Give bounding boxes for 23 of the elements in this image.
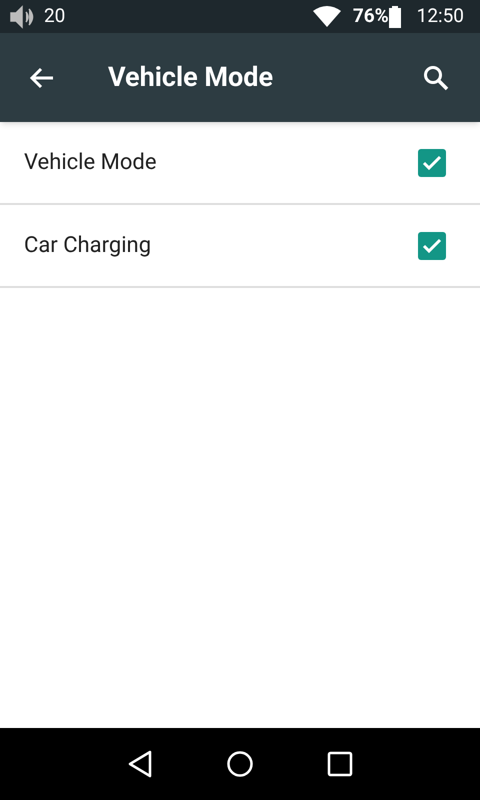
clock: 12:50 bbox=[416, 3, 464, 30]
search-icon bbox=[423, 64, 449, 90]
settings-row[interactable]: Vehicle Mode bbox=[0, 122, 480, 205]
setting-label: Car Charging bbox=[24, 232, 152, 260]
volume-level: 20 bbox=[44, 3, 66, 30]
settings-row[interactable]: Car Charging bbox=[0, 205, 480, 288]
wifi-icon bbox=[312, 6, 341, 28]
back-nav-button[interactable] bbox=[126, 750, 153, 778]
battery-icon bbox=[388, 6, 401, 28]
checkbox[interactable] bbox=[418, 232, 446, 260]
checkmark-icon bbox=[422, 154, 442, 170]
speaker-icon bbox=[8, 4, 36, 28]
battery-percent: 76% bbox=[352, 3, 389, 30]
triangle-icon bbox=[126, 750, 153, 778]
home-nav-button[interactable] bbox=[226, 750, 254, 778]
square-icon bbox=[327, 751, 354, 777]
recents-nav-button[interactable] bbox=[327, 751, 354, 777]
toolbar-title: Vehicle Mode bbox=[108, 60, 274, 96]
setting-label: Vehicle Mode bbox=[24, 149, 158, 177]
circle-icon bbox=[226, 750, 254, 778]
checkmark-icon bbox=[422, 238, 442, 254]
checkbox[interactable] bbox=[418, 148, 446, 176]
back-arrow-icon bbox=[29, 66, 55, 88]
